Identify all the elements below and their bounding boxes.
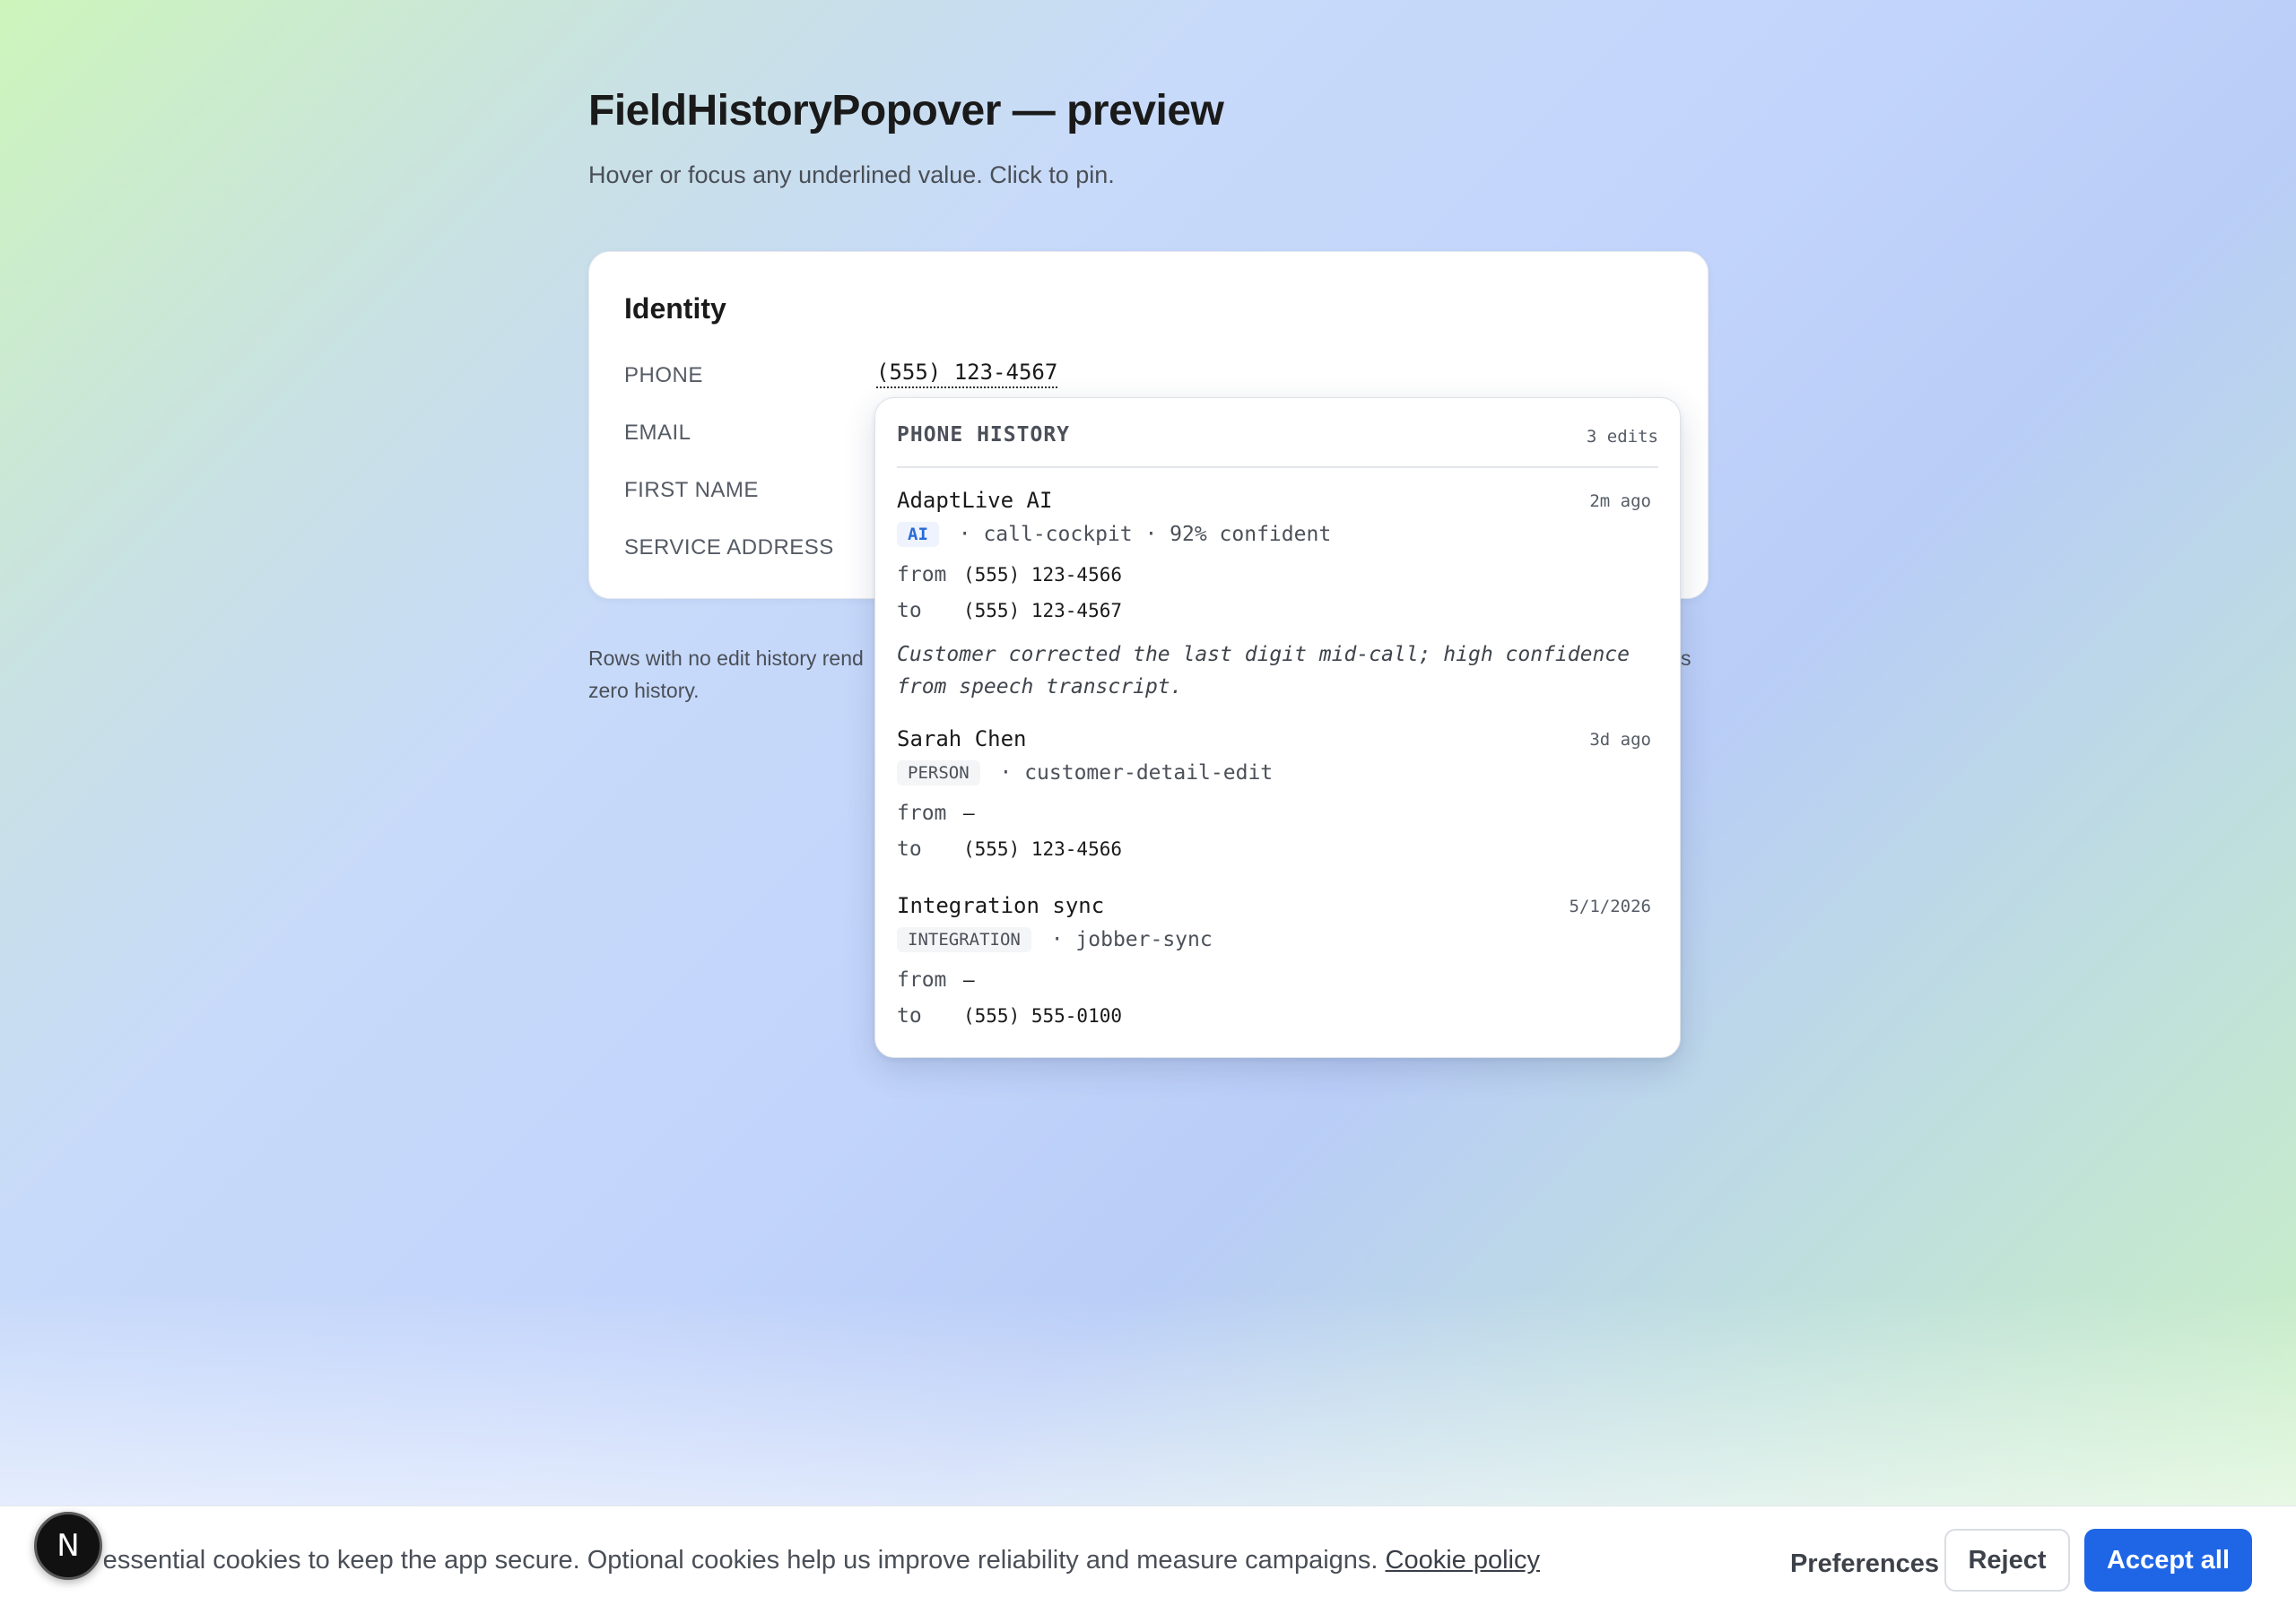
field-label-phone: PHONE <box>624 363 703 387</box>
entry-from: from — <box>897 968 975 992</box>
source-badge-person: PERSON <box>897 760 980 785</box>
entry-source: · call-cockpit · 92% confident <box>958 523 1332 546</box>
history-note-line2: zero history. <box>588 679 700 702</box>
entry-to: to (555) 555-0100 <box>897 1004 1122 1028</box>
popover-header: PHONE HISTORY 3 edits <box>897 423 1658 468</box>
to-value: (555) 555-0100 <box>963 1005 1123 1027</box>
entry-source: · jobber-sync <box>1050 928 1213 951</box>
entry-note: Customer corrected the last digit mid-ca… <box>897 643 1630 699</box>
entry-time: 2m ago <box>1589 491 1651 511</box>
history-entry: Sarah Chen 3d ago PERSON · customer-deta… <box>897 726 1651 870</box>
from-label: from <box>897 802 947 825</box>
from-value: — <box>963 803 975 824</box>
history-entry: Integration sync 5/1/2026 INTEGRATION · … <box>897 893 1651 1037</box>
cookie-banner: se essential cookies to keep the app sec… <box>0 1506 2296 1614</box>
entry-source: · customer-detail-edit <box>999 761 1274 785</box>
popover-title: PHONE HISTORY <box>897 423 1071 447</box>
entry-to: to (555) 123-4567 <box>897 599 1122 622</box>
entry-from: from — <box>897 802 975 825</box>
entry-actor: Sarah Chen <box>897 726 1027 751</box>
entry-to: to (555) 123-4566 <box>897 837 1122 861</box>
entry-actor: Integration sync <box>897 893 1105 918</box>
field-history-popover[interactable]: PHONE HISTORY 3 edits AdaptLive AI 2m ag… <box>874 397 1681 1058</box>
entry-from: from (555) 123-4566 <box>897 563 1122 586</box>
from-value: (555) 123-4566 <box>963 564 1123 586</box>
entry-time: 3d ago <box>1589 730 1651 750</box>
to-value: (555) 123-4566 <box>963 838 1123 860</box>
phone-value[interactable]: (555) 123-4567 <box>876 360 1058 388</box>
to-label: to <box>897 837 922 861</box>
source-badge-ai: AI <box>897 522 939 547</box>
entry-meta: AI · call-cockpit · 92% confident <box>897 522 1331 547</box>
from-label: from <box>897 563 947 586</box>
field-label-first-name: FIRST NAME <box>624 478 759 502</box>
from-label: from <box>897 968 947 992</box>
field-label-service-address: SERVICE ADDRESS <box>624 535 834 560</box>
nextjs-logo-icon[interactable]: N <box>34 1512 102 1580</box>
reject-button[interactable]: Reject <box>1944 1529 2070 1592</box>
source-badge-integration: INTEGRATION <box>897 927 1031 952</box>
entry-meta: INTEGRATION · jobber-sync <box>897 927 1213 952</box>
to-label: to <box>897 1004 922 1028</box>
from-value: — <box>963 969 975 991</box>
field-label-email: EMAIL <box>624 421 691 445</box>
cookie-policy-link[interactable]: Cookie policy <box>1386 1546 1540 1575</box>
history-note-tail: s <box>1681 646 1692 670</box>
to-label: to <box>897 599 922 622</box>
history-note-text: Rows with no edit history rend <box>588 646 864 670</box>
entry-meta: PERSON · customer-detail-edit <box>897 760 1273 785</box>
accept-all-button[interactable]: Accept all <box>2084 1529 2252 1592</box>
page-title: FieldHistoryPopover — preview <box>588 87 1224 134</box>
edit-count: 3 edits <box>1586 427 1658 447</box>
page-subtitle: Hover or focus any underlined value. Cli… <box>588 161 1115 188</box>
preferences-button[interactable]: Preferences <box>1770 1540 1959 1587</box>
history-entry: AdaptLive AI 2m ago AI · call-cockpit · … <box>897 488 1651 721</box>
cookie-message: se essential cookies to keep the app sec… <box>68 1546 1378 1575</box>
cookie-text: se essential cookies to keep the app sec… <box>68 1546 1540 1575</box>
entry-actor: AdaptLive AI <box>897 488 1053 513</box>
to-value: (555) 123-4567 <box>963 600 1123 621</box>
card-title: Identity <box>624 292 726 325</box>
entry-time: 5/1/2026 <box>1569 897 1651 916</box>
